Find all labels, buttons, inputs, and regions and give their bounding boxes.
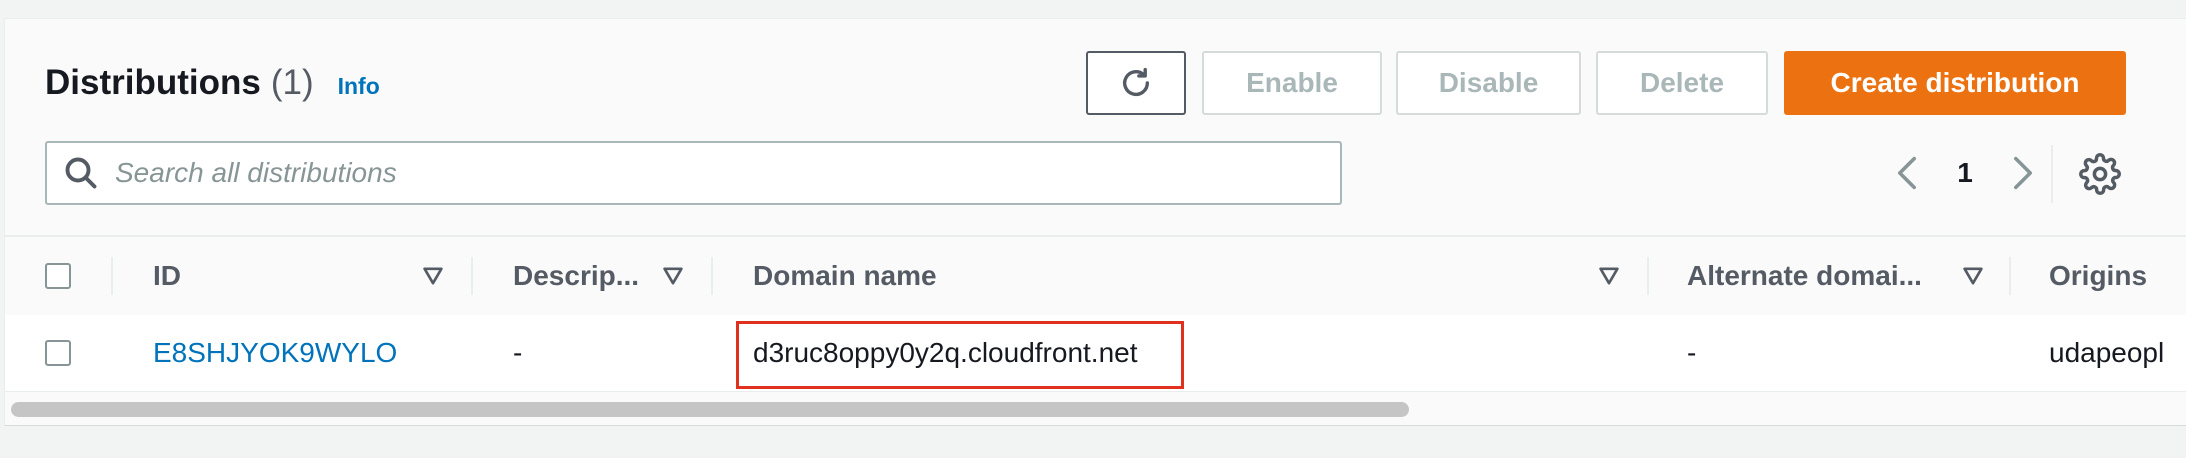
info-link[interactable]: Info — [338, 73, 380, 100]
sort-icon[interactable] — [661, 264, 685, 288]
horizontal-scrollbar[interactable] — [5, 395, 2186, 423]
page-title: Distributions — [45, 63, 261, 102]
scrollbar-thumb[interactable] — [11, 402, 1409, 417]
refresh-button[interactable] — [1086, 51, 1186, 115]
settings-gear-icon[interactable] — [2079, 153, 2121, 195]
column-header-description[interactable]: Descrip... — [513, 237, 639, 315]
chevron-left-icon — [1898, 156, 1916, 190]
table-header: ID Descrip... Domain name Alternate doma… — [5, 235, 2186, 317]
column-separator — [1647, 257, 1649, 295]
sort-icon[interactable] — [421, 264, 445, 288]
search-input[interactable] — [115, 157, 1295, 189]
distributions-panel: Distributions (1) Info Enable Disable De… — [4, 18, 2186, 426]
distribution-count: (1) — [270, 63, 314, 102]
column-separator — [711, 257, 713, 295]
next-page-button[interactable] — [2005, 149, 2041, 197]
pager-divider — [2051, 145, 2053, 203]
select-all-checkbox[interactable] — [45, 263, 71, 289]
column-header-alternate-domain[interactable]: Alternate domai... — [1687, 237, 1922, 315]
delete-button[interactable]: Delete — [1596, 51, 1768, 115]
refresh-icon — [1122, 67, 1150, 96]
previous-page-button[interactable] — [1889, 149, 1925, 197]
column-header-id[interactable]: ID — [153, 237, 181, 315]
domain-name-cell: d3ruc8oppy0y2q.cloudfront.net — [753, 337, 1138, 368]
column-separator — [111, 257, 113, 295]
search-icon — [65, 157, 97, 189]
origins-cell: udapeopl — [2049, 337, 2165, 368]
chevron-right-icon — [2014, 156, 2032, 190]
disable-button[interactable]: Disable — [1396, 51, 1581, 115]
sort-icon[interactable] — [1597, 264, 1621, 288]
column-separator — [471, 257, 473, 295]
search-bar[interactable] — [45, 141, 1342, 205]
enable-button[interactable]: Enable — [1202, 51, 1382, 115]
row-checkbox[interactable] — [45, 340, 71, 366]
column-header-origins[interactable]: Origins — [2049, 237, 2147, 315]
page-number[interactable]: 1 — [1945, 149, 1985, 197]
description-cell: - — [513, 337, 523, 368]
column-separator — [2009, 257, 2011, 295]
column-header-domain-name[interactable]: Domain name — [753, 237, 937, 315]
table-row[interactable]: E8SHJYOK9WYLO - d3ruc8oppy0y2q.cloudfron… — [5, 315, 2186, 392]
panel-header: Distributions (1) Info — [45, 63, 380, 103]
create-distribution-button[interactable]: Create distribution — [1784, 51, 2126, 115]
alternate-domain-cell: - — [1687, 337, 1697, 368]
distribution-id-link[interactable]: E8SHJYOK9WYLO — [153, 315, 397, 391]
sort-icon[interactable] — [1961, 264, 1985, 288]
